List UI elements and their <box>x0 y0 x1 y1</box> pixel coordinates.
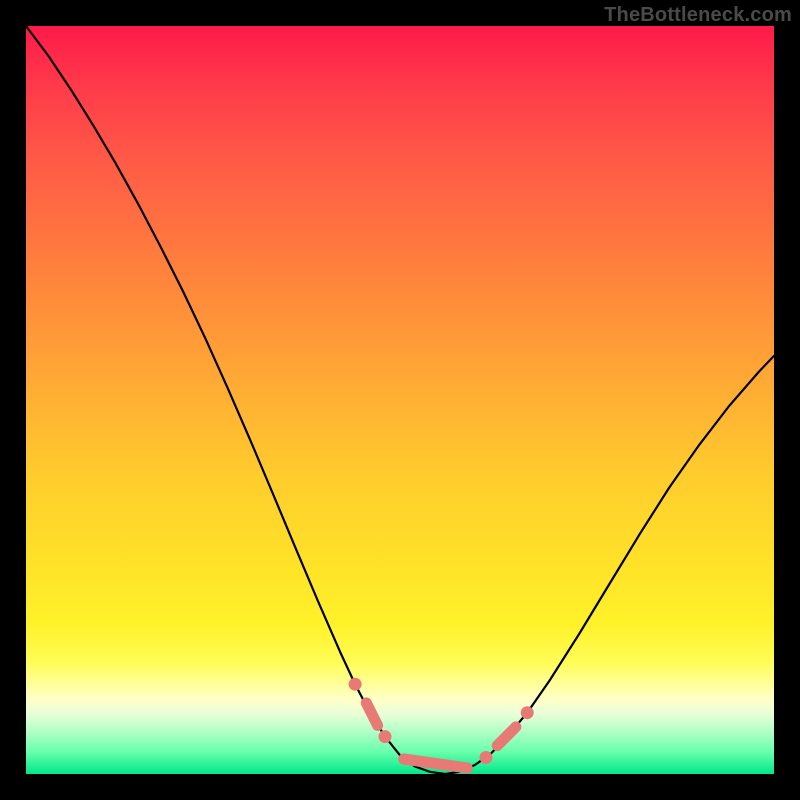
marker-segment <box>404 759 468 768</box>
marker-layer <box>349 678 534 768</box>
marker-dot <box>480 751 493 764</box>
marker-segment <box>366 703 377 726</box>
watermark-text: TheBottleneck.com <box>604 4 792 27</box>
marker-dot <box>349 678 362 691</box>
bottleneck-plot <box>26 26 774 774</box>
bottleneck-curve <box>26 26 774 774</box>
marker-dot <box>379 730 392 743</box>
chart-area <box>26 26 774 774</box>
marker-dot <box>521 706 534 719</box>
marker-segment <box>497 727 516 746</box>
